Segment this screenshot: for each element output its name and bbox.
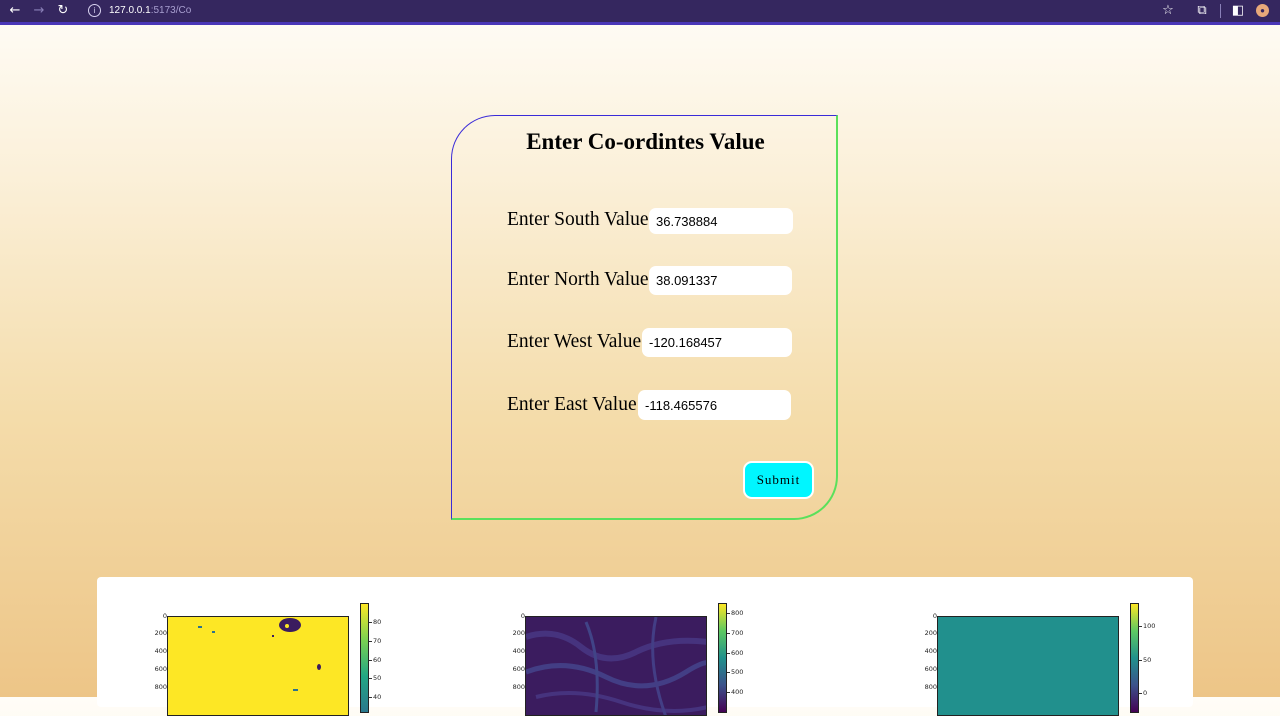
toolbar-divider [1220, 4, 1221, 18]
north-row: Enter North Value : [507, 268, 659, 296]
colorbar-tick: 60 [368, 656, 382, 664]
y-tick: 600 [907, 665, 942, 673]
y-tick: 800 [137, 683, 172, 691]
y-tick: 0 [137, 612, 172, 620]
east-label: Enter East Value : [507, 394, 647, 415]
colorbar-tick: 0 [1138, 689, 1148, 697]
colorbar-tick: 500 [726, 668, 744, 676]
y-tick: 800 [907, 683, 942, 691]
north-label: Enter North Value : [507, 269, 659, 290]
y-tick: 400 [907, 647, 942, 655]
browser-toolbar: ← → ↻ i 127.0.0.1:5173/Co ☆ ⧉ ◧ ● [0, 0, 1280, 25]
form-title: Enter Co-ordintes Value [526, 129, 765, 154]
south-row: Enter South Value : [507, 208, 659, 236]
y-tick: 400 [137, 647, 172, 655]
bookmark-star-icon[interactable]: ☆ [1160, 2, 1176, 20]
plot-2-raster-image [526, 617, 706, 715]
colorbar-tick: 800 [726, 609, 744, 617]
y-tick: 200 [907, 629, 942, 637]
address-bar[interactable]: i 127.0.0.1:5173/Co [82, 1, 1182, 21]
east-row: Enter East Value : [507, 393, 647, 421]
site-info-icon[interactable]: i [88, 3, 101, 17]
profile-avatar-icon[interactable]: ● [1256, 4, 1269, 17]
y-tick: 600 [137, 665, 172, 673]
y-tick: 0 [907, 612, 942, 620]
extensions-icon[interactable]: ⧉ [1194, 2, 1210, 20]
url-path: :5173/Co [150, 5, 192, 16]
y-tick: 600 [495, 665, 530, 673]
forward-arrow-icon[interactable]: → [30, 2, 48, 20]
east-input[interactable] [638, 390, 791, 420]
plot-2-raster [525, 616, 707, 716]
colorbar-tick: 70 [368, 637, 382, 645]
submit-button[interactable]: Submit [743, 461, 814, 499]
colorbar-tick: 400 [726, 688, 744, 696]
colorbar-tick: 80 [368, 618, 382, 626]
y-tick: 400 [495, 647, 530, 655]
plot-3-raster [937, 616, 1119, 716]
south-label: Enter South Value : [507, 209, 659, 230]
west-input[interactable] [642, 328, 792, 357]
y-tick: 0 [495, 612, 530, 620]
y-tick: 200 [137, 629, 172, 637]
colorbar-tick: 50 [368, 674, 382, 682]
colorbar-tick: 100 [1138, 622, 1156, 630]
north-input[interactable] [649, 266, 792, 295]
url-host: 127.0.0.1 [109, 5, 151, 16]
results-panel: 0 200 400 600 800 80 70 60 50 40 0 200 4… [97, 577, 1193, 716]
reload-icon[interactable]: ↻ [54, 2, 72, 20]
colorbar-tick: 50 [1138, 656, 1152, 664]
coordinates-form: Enter Co-ordintes Value Enter South Valu… [451, 115, 838, 520]
west-row: Enter West Value : [507, 330, 651, 358]
plot-1-raster [167, 616, 349, 716]
colorbar-tick: 600 [726, 649, 744, 657]
colorbar-tick: 40 [368, 693, 382, 701]
y-tick: 800 [495, 683, 530, 691]
west-label: Enter West Value : [507, 331, 652, 352]
y-tick: 200 [495, 629, 530, 637]
plot-1-raster-image [168, 617, 348, 715]
south-input[interactable] [649, 208, 793, 234]
colorbar-tick: 700 [726, 629, 744, 637]
back-arrow-icon[interactable]: ← [6, 2, 24, 20]
sidebar-icon[interactable]: ◧ [1230, 2, 1246, 20]
